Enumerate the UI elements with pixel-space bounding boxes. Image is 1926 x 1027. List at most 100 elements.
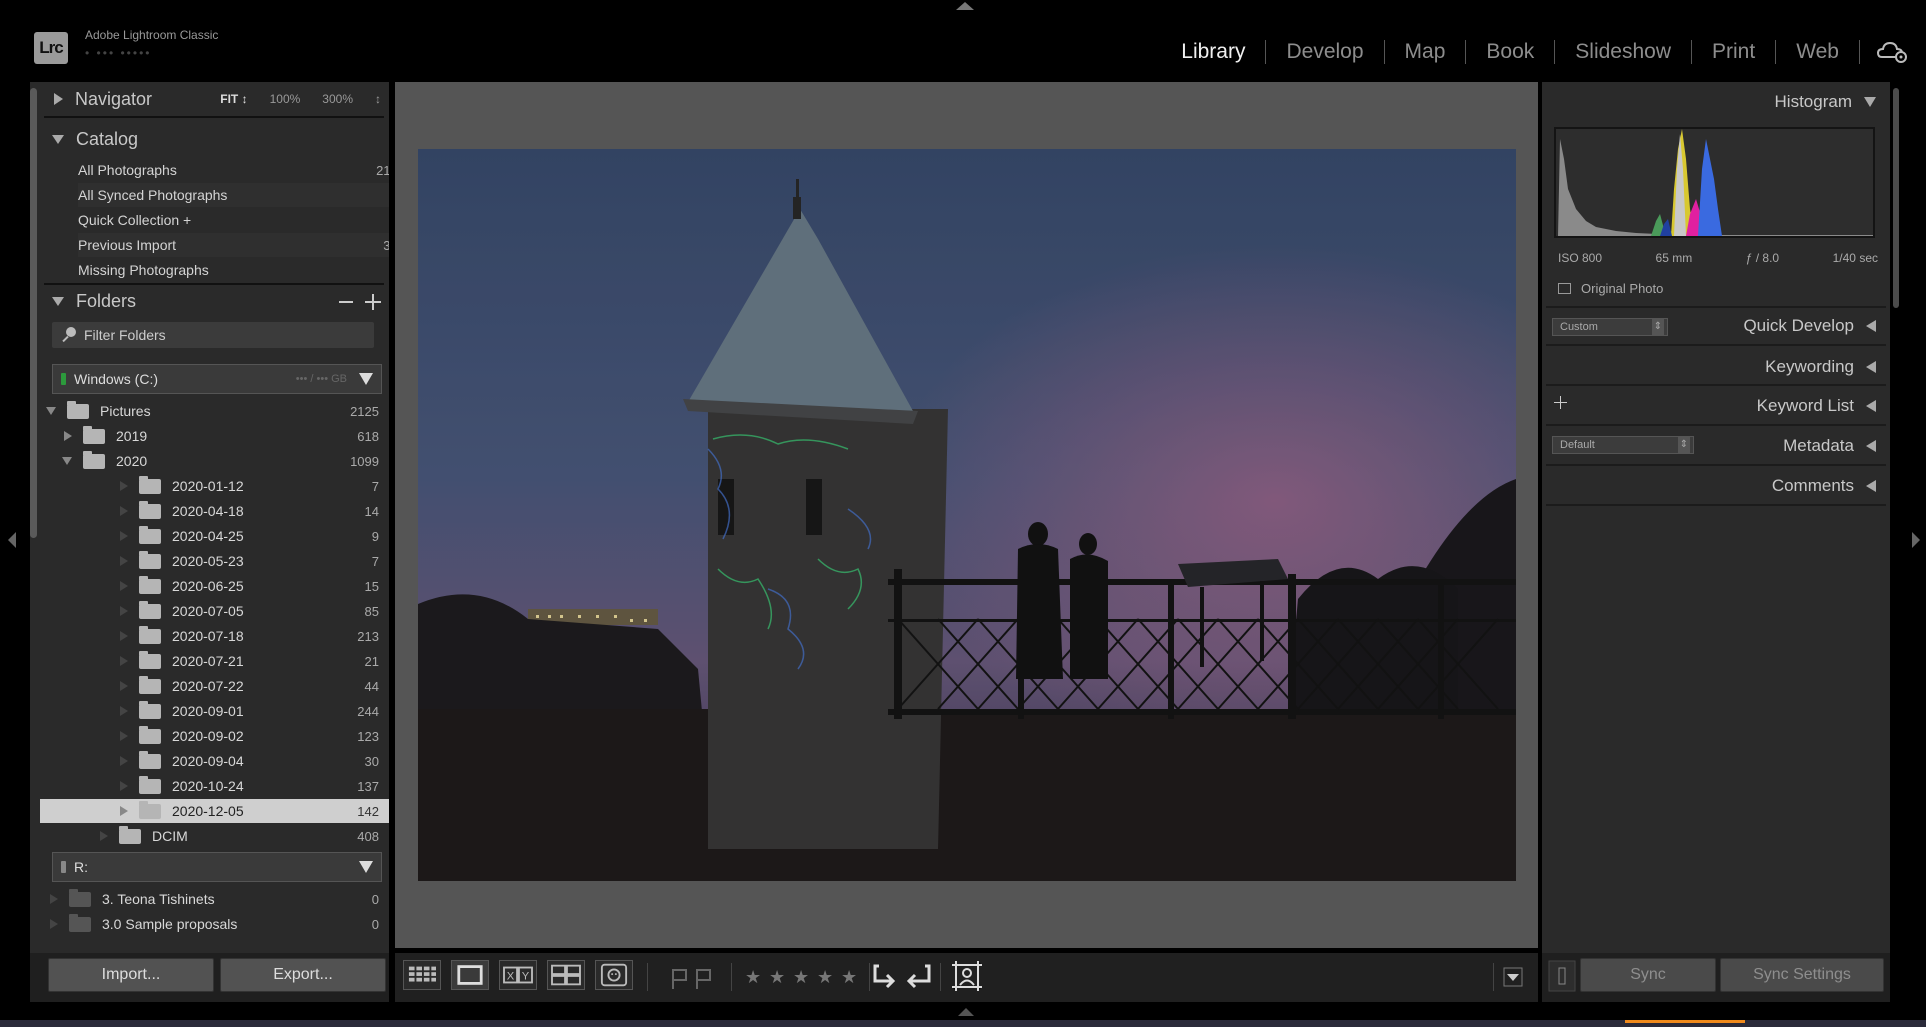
metadata-header[interactable]: Metadata	[1783, 431, 1876, 461]
volume-menu-icon[interactable]	[359, 373, 373, 385]
folder-row[interactable]: 2020-07-21 21	[40, 649, 389, 673]
folder-expand-icon[interactable]	[120, 706, 128, 716]
folder-row[interactable]: 2020-09-02 123	[40, 724, 389, 748]
collapse-top-arrow-icon[interactable]	[956, 2, 974, 10]
remove-folder-icon[interactable]	[339, 301, 353, 303]
folders-header[interactable]: Folders	[30, 284, 389, 318]
folder-expand-icon[interactable]	[50, 919, 58, 929]
folder-expand-icon[interactable]	[120, 756, 128, 766]
folder-row-missing[interactable]: 3.0 Sample proposals 0	[40, 912, 389, 936]
original-photo-checkbox[interactable]	[1558, 283, 1571, 294]
catalog-item[interactable]: Previous Import 303	[78, 233, 389, 257]
collapse-bottom-arrow-icon[interactable]	[958, 1008, 974, 1016]
star-icon[interactable]: ★	[841, 967, 857, 988]
import-button[interactable]: Import...	[48, 958, 214, 992]
zoom-100[interactable]: 100%	[270, 92, 301, 106]
module-develop[interactable]: Develop	[1266, 36, 1383, 68]
sync-button[interactable]: Sync	[1580, 958, 1716, 992]
catalog-item[interactable]: All Synced Photographs 0	[78, 183, 389, 207]
catalog-item[interactable]: All Photographs 2125	[78, 158, 389, 182]
export-button[interactable]: Export...	[220, 958, 386, 992]
folder-expand-icon[interactable]	[120, 681, 128, 691]
module-map[interactable]: Map	[1385, 36, 1466, 68]
auto-sync-toggle-icon[interactable]	[1548, 960, 1576, 992]
folder-row[interactable]: 2020 1099	[40, 449, 389, 473]
original-photo-toggle[interactable]: Original Photo	[1558, 281, 1663, 296]
folder-row[interactable]: 2020-07-22 44	[40, 674, 389, 698]
people-view-icon[interactable]	[595, 960, 633, 990]
folder-expand-icon[interactable]	[120, 606, 128, 616]
star-icon[interactable]: ★	[769, 967, 785, 988]
volume-r[interactable]: R:	[52, 852, 382, 882]
sync-settings-button[interactable]: Sync Settings	[1720, 958, 1884, 992]
folder-expand-icon[interactable]	[120, 531, 128, 541]
filter-folders-input[interactable]: Filter Folders	[52, 322, 374, 348]
left-panel-scrollbar[interactable]	[30, 88, 37, 538]
star-icon[interactable]: ★	[793, 967, 809, 988]
flag-icon[interactable]	[670, 967, 714, 991]
add-folder-icon[interactable]	[365, 294, 381, 310]
histogram-graph[interactable]	[1554, 127, 1875, 238]
catalog-item[interactable]: Quick Collection + 4	[78, 208, 389, 232]
histogram-header[interactable]: Histogram	[1775, 87, 1876, 117]
module-print[interactable]: Print	[1692, 36, 1775, 68]
catalog-header[interactable]: Catalog	[30, 122, 389, 156]
survey-view-icon[interactable]	[547, 960, 585, 990]
quick-develop-header[interactable]: Quick Develop	[1743, 311, 1876, 341]
keywording-header[interactable]: Keywording	[1765, 352, 1876, 382]
folder-row[interactable]: 2020-07-05 85	[40, 599, 389, 623]
folder-row[interactable]: 2020-06-25 15	[40, 574, 389, 598]
compare-view-icon[interactable]: XY	[499, 960, 537, 990]
quick-develop-preset-select[interactable]: Custom	[1552, 318, 1668, 336]
folder-expand-icon[interactable]	[120, 556, 128, 566]
volume-menu-icon[interactable]	[359, 861, 373, 873]
module-library[interactable]: Library	[1161, 36, 1265, 68]
folder-row[interactable]: 2020-07-18 213	[40, 624, 389, 648]
collapse-right-arrow-icon[interactable]	[1912, 532, 1920, 548]
folder-row[interactable]: 2020-10-24 137	[40, 774, 389, 798]
zoom-more[interactable]: ↕	[375, 92, 381, 106]
folder-expand-icon[interactable]	[100, 831, 108, 841]
module-slideshow[interactable]: Slideshow	[1555, 36, 1691, 68]
zoom-300[interactable]: 300%	[322, 92, 353, 106]
volume-windows-c[interactable]: Windows (C:) ••• / ••• GB	[52, 364, 382, 394]
folder-expand-icon[interactable]	[120, 731, 128, 741]
zoom-fit[interactable]: FIT ↕	[220, 92, 247, 106]
folder-expand-icon[interactable]	[50, 894, 58, 904]
metadata-preset-select[interactable]: Default	[1552, 436, 1694, 454]
rotate-right-icon[interactable]	[901, 961, 935, 991]
folder-row[interactable]: 2020-09-01 244	[40, 699, 389, 723]
folder-expand-icon[interactable]	[120, 656, 128, 666]
folder-expand-icon[interactable]	[120, 806, 128, 816]
photo-preview[interactable]	[418, 149, 1516, 881]
keyword-list-header[interactable]: Keyword List	[1757, 391, 1876, 421]
folder-expand-icon[interactable]	[120, 631, 128, 641]
folder-collapse-icon[interactable]	[46, 407, 56, 415]
folder-collapse-icon[interactable]	[62, 457, 72, 465]
crop-icon[interactable]	[950, 959, 984, 993]
module-book[interactable]: Book	[1466, 36, 1554, 68]
folder-expand-icon[interactable]	[120, 781, 128, 791]
folder-row[interactable]: DCIM 408	[40, 824, 389, 848]
folder-row[interactable]: 2020-05-23 7	[40, 549, 389, 573]
folder-expand-icon[interactable]	[64, 431, 72, 441]
folder-row[interactable]: 2020-04-18 14	[40, 499, 389, 523]
folder-expand-icon[interactable]	[120, 506, 128, 516]
folder-row[interactable]: 2020-09-04 30	[40, 749, 389, 773]
folder-row[interactable]: 2019 618	[40, 424, 389, 448]
folder-row-selected[interactable]: 2020-12-05 142	[40, 799, 389, 823]
toolbar-menu-icon[interactable]	[1503, 967, 1523, 987]
folder-row[interactable]: Pictures 2125	[40, 399, 389, 423]
collapse-left-arrow-icon[interactable]	[8, 532, 16, 548]
star-icon[interactable]: ★	[745, 967, 761, 988]
folder-expand-icon[interactable]	[120, 481, 128, 491]
grid-view-icon[interactable]	[403, 960, 441, 990]
star-icon[interactable]: ★	[817, 967, 833, 988]
rotate-left-icon[interactable]	[865, 961, 899, 991]
folder-row-missing[interactable]: 3. Teona Tishinets 0	[40, 887, 389, 911]
cloud-icon[interactable]	[1876, 39, 1908, 63]
folder-expand-icon[interactable]	[120, 581, 128, 591]
catalog-item[interactable]: Missing Photographs 1	[78, 258, 389, 282]
folder-row[interactable]: 2020-01-12 7	[40, 474, 389, 498]
folder-row[interactable]: 2020-04-25 9	[40, 524, 389, 548]
